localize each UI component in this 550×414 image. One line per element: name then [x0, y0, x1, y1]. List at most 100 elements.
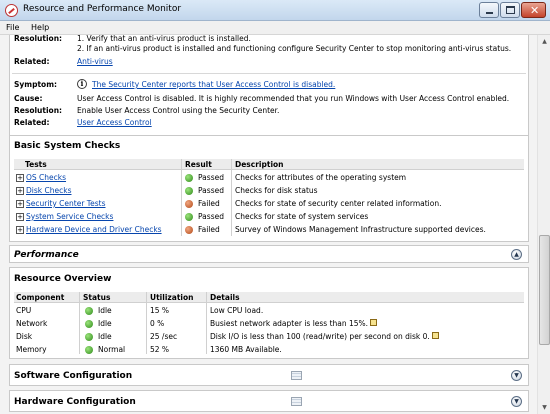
passed-status-icon [185, 187, 193, 195]
column-divider [181, 159, 182, 236]
resolution-label-2: Resolution: [14, 106, 63, 115]
scrollbar-thumb[interactable] [539, 235, 550, 345]
column-divider [79, 292, 80, 354]
resolution-label: Resolution: [14, 35, 63, 43]
check-result: Passed [198, 173, 224, 182]
report-content: Resolution: 1. Verify that an anti-virus… [0, 35, 537, 414]
column-divider [231, 159, 232, 236]
resource-details-text: Disk I/O is less than 100 (read/write) p… [210, 332, 430, 341]
column-component[interactable]: Component [16, 293, 64, 302]
related-label: Related: [14, 57, 50, 66]
check-test-link[interactable]: Disk Checks [26, 186, 71, 195]
resource-status: Idle [98, 319, 112, 328]
minimize-icon [486, 12, 493, 14]
collapse-icon[interactable]: ▲ [511, 249, 522, 260]
performance-section[interactable]: Performance ▲ [9, 245, 529, 263]
expand-icon[interactable]: ▼ [511, 396, 522, 407]
symptom-label: Symptom: [14, 80, 58, 89]
anti-virus-link[interactable]: Anti-virus [77, 57, 113, 66]
column-tests[interactable]: Tests [25, 160, 47, 169]
related-label-2: Related: [14, 118, 50, 127]
menu-help[interactable]: Help [31, 23, 49, 32]
check-test-link[interactable]: Hardware Device and Driver Checks [26, 225, 162, 234]
check-description: Checks for disk status [235, 186, 318, 195]
divider [12, 73, 526, 74]
resource-overview-panel: Resource Overview Component Status Utili… [9, 267, 529, 359]
resource-status: Normal [98, 345, 126, 354]
check-result: Passed [198, 186, 224, 195]
column-description[interactable]: Description [235, 160, 284, 169]
check-description: Checks for state of system services [235, 212, 369, 221]
window-title: Resource and Performance Monitor [23, 4, 182, 14]
software-configuration-section[interactable]: Software Configuration ▼ [9, 364, 529, 386]
resource-details: Low CPU load. [210, 306, 263, 315]
check-test-link[interactable]: System Service Checks [26, 212, 113, 221]
cause-text: User Access Control is disabled. It is h… [77, 94, 510, 103]
resolution-step-1: 1. Verify that an anti-virus product is … [77, 35, 251, 43]
check-test-link[interactable]: Security Center Tests [26, 199, 106, 208]
resolution-step-2: 2. If an anti-virus product is installed… [77, 44, 512, 53]
table-icon [291, 371, 302, 380]
close-icon: ✕ [530, 4, 540, 17]
expand-row-icon[interactable]: + [16, 174, 24, 182]
resource-overview-title: Resource Overview [14, 274, 112, 284]
menu-bar: File Help [0, 21, 550, 35]
passed-status-icon [185, 213, 193, 221]
column-details[interactable]: Details [210, 293, 240, 302]
hardware-configuration-section[interactable]: Hardware Configuration ▼ [9, 390, 529, 412]
info-icon: i [77, 79, 87, 89]
scroll-down-icon[interactable]: ▼ [540, 403, 549, 412]
resource-details-text: Low CPU load. [210, 306, 264, 315]
expand-row-icon[interactable]: + [16, 187, 24, 195]
software-configuration-title: Software Configuration [14, 371, 133, 381]
resource-details: Disk I/O is less than 100 (read/write) p… [210, 332, 439, 341]
app-icon [5, 4, 18, 17]
column-utilization[interactable]: Utilization [150, 293, 193, 302]
resource-utilization: 15 % [150, 306, 170, 315]
symptom-link[interactable]: The Security Center reports that User Ac… [92, 80, 335, 89]
maximize-icon [506, 6, 515, 14]
column-result[interactable]: Result [185, 160, 212, 169]
basic-system-checks-panel: Basic System Checks Tests Result Descrip… [9, 135, 529, 242]
menu-file[interactable]: File [6, 23, 19, 32]
resource-details-text: Busiest network adapter is less than 15%… [210, 319, 369, 328]
expand-row-icon[interactable]: + [16, 200, 24, 208]
status-ok-icon [85, 307, 93, 315]
vertical-scrollbar[interactable]: ▲ ▼ [537, 35, 550, 414]
failed-status-icon [185, 226, 193, 234]
resource-status: Idle [98, 306, 112, 315]
resource-status: Idle [98, 332, 112, 341]
column-status[interactable]: Status [83, 293, 110, 302]
check-test-link[interactable]: OS Checks [26, 173, 66, 182]
passed-status-icon [185, 174, 193, 182]
resource-component: Network [16, 319, 48, 328]
minimize-button[interactable] [479, 2, 499, 18]
status-ok-icon [85, 333, 93, 341]
check-description: Survey of Windows Management Infrastruct… [235, 225, 486, 234]
resource-utilization: 25 /sec [150, 332, 178, 341]
status-ok-icon [85, 346, 93, 354]
table-icon [291, 397, 302, 406]
performance-title: Performance [14, 250, 79, 260]
edit-note-icon[interactable] [370, 319, 378, 326]
expand-row-icon[interactable]: + [16, 213, 24, 221]
check-result: Passed [198, 212, 224, 221]
cause-label: Cause: [14, 94, 43, 103]
scroll-up-icon[interactable]: ▲ [540, 37, 549, 46]
resource-component: CPU [16, 306, 32, 315]
resource-details: Busiest network adapter is less than 15%… [210, 319, 378, 328]
basic-system-checks-title: Basic System Checks [14, 141, 121, 151]
resource-details: 1360 MB Available. [210, 345, 282, 354]
failed-status-icon [185, 200, 193, 208]
resource-details-text: 1360 MB Available. [210, 345, 282, 354]
edit-note-icon[interactable] [431, 332, 439, 339]
user-access-control-link[interactable]: User Access Control [77, 118, 152, 127]
maximize-button[interactable] [500, 2, 520, 18]
close-button[interactable]: ✕ [521, 2, 546, 18]
resolution-text: Enable User Access Control using the Sec… [77, 106, 280, 115]
resource-component: Disk [16, 332, 33, 341]
resource-component: Memory [16, 345, 47, 354]
expand-icon[interactable]: ▼ [511, 370, 522, 381]
resource-utilization: 52 % [150, 345, 170, 354]
expand-row-icon[interactable]: + [16, 226, 24, 234]
